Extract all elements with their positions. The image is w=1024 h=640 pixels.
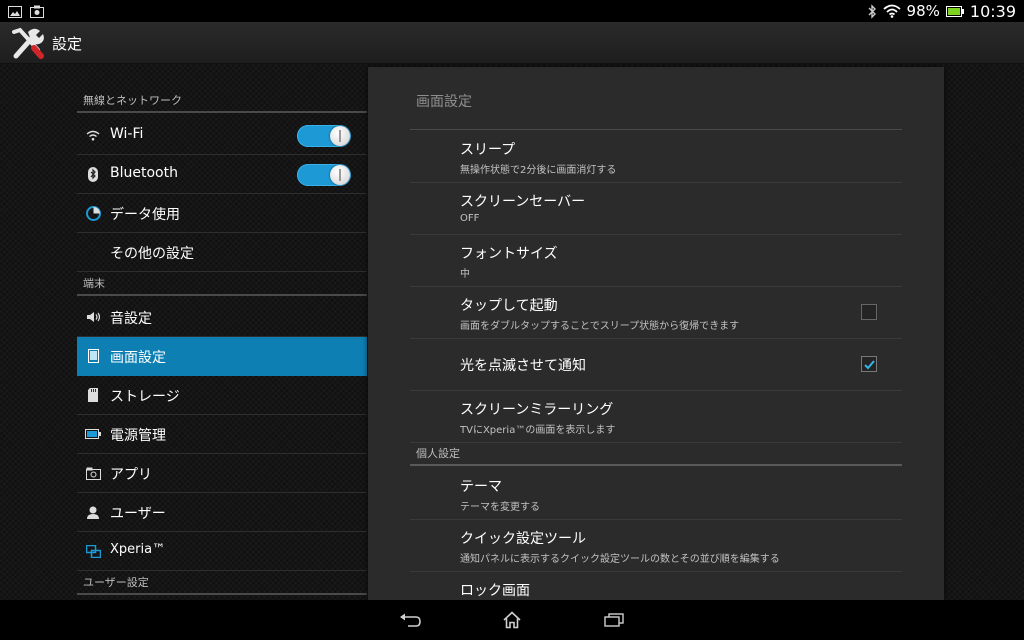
battery-icon (85, 426, 101, 442)
recent-apps-icon[interactable] (602, 610, 626, 630)
navigation-bar (0, 600, 1024, 640)
pref-title: テーマ (460, 479, 502, 495)
detail-title: 画面設定 (416, 94, 472, 110)
sidebar-section-wireless: 無線とネットワーク (77, 93, 367, 113)
pref-quick-settings[interactable]: クイック設定ツール 通知パネルに表示するクイック設定ツールの数とその並び順を編集… (410, 520, 902, 572)
sidebar-item-label: その他の設定 (110, 246, 194, 262)
battery-percent: 98% (906, 2, 940, 20)
pref-summary: 通知パネルに表示するクイック設定ツールの数とその並び順を編集する (460, 554, 780, 565)
wifi-toggle[interactable] (297, 125, 351, 147)
sidebar-item-label: ストレージ (110, 389, 180, 405)
bluetooth-icon (85, 166, 101, 182)
settings-main: 無線とネットワーク Wi-Fi Bluetooth データ使用 その他の設定 端… (0, 64, 1024, 600)
speaker-icon (85, 309, 101, 325)
settings-detail-pane: 画面設定 スリープ 無操作状態で2分後に画面消灯する スクリーンセーバー OFF… (368, 67, 944, 600)
sidebar-item-label: Xperia™ (110, 542, 166, 557)
sidebar-section-user-settings: ユーザー設定 (77, 575, 367, 595)
battery-icon (945, 5, 964, 17)
pref-title: クイック設定ツール (460, 531, 586, 547)
user-icon (85, 504, 101, 520)
sidebar-item-label: Bluetooth (110, 165, 178, 181)
display-icon (85, 348, 101, 364)
apps-icon (85, 465, 101, 481)
settings-tools-icon[interactable] (10, 26, 46, 60)
back-icon[interactable] (398, 610, 422, 630)
pref-summary: TVにXperia™の画面を表示します (460, 425, 616, 436)
home-icon[interactable] (500, 610, 524, 630)
sidebar-item-label: ユーザー (110, 506, 166, 522)
pref-theme[interactable]: テーマ テーマを変更する (410, 468, 902, 520)
pref-sleep[interactable]: スリープ 無操作状態で2分後に画面消灯する (410, 131, 902, 183)
sidebar-item-sound[interactable]: 音設定 (77, 298, 367, 337)
wifi-icon (85, 127, 101, 143)
toggle-knob (330, 165, 350, 185)
sidebar-item-label: アプリ (110, 467, 152, 483)
sidebar-item-xperia[interactable]: Xperia™ (77, 532, 367, 571)
clock: 10:39 (969, 1, 1016, 21)
bluetooth-icon (867, 3, 877, 19)
pref-screen-mirroring[interactable]: スクリーンミラーリング TVにXperia™の画面を表示します (410, 391, 902, 443)
divider (410, 129, 902, 130)
pref-title: ロック画面 (460, 583, 530, 599)
sidebar-item-label: データ使用 (110, 207, 180, 223)
notification-light-checkbox[interactable] (861, 356, 877, 372)
pref-summary: OFF (460, 213, 480, 224)
page-title: 設定 (52, 35, 83, 53)
pref-title: スリープ (460, 142, 516, 158)
action-bar: 設定 (0, 22, 1024, 64)
toggle-knob (330, 126, 350, 146)
screenshot-icon (30, 3, 44, 22)
sidebar-item-label: 音設定 (110, 311, 152, 327)
pref-font-size[interactable]: フォントサイズ 中 (410, 235, 902, 287)
checkmark-icon (864, 360, 875, 370)
sidebar-item-label: 電源管理 (110, 428, 166, 444)
sidebar-item-users[interactable]: ユーザー (77, 493, 367, 532)
data-usage-icon (85, 205, 101, 221)
sidebar-item-other-settings[interactable]: その他の設定 (77, 233, 367, 272)
pref-screensaver[interactable]: スクリーンセーバー OFF (410, 183, 902, 235)
status-bar: 98% 10:39 (0, 0, 1024, 22)
pref-summary: 無操作状態で2分後に画面消灯する (460, 165, 617, 176)
pref-title: スクリーンミラーリング (460, 402, 614, 418)
pref-notification-light[interactable]: 光を点滅させて通知 (410, 339, 902, 391)
section-personal: 個人設定 (410, 446, 902, 466)
pref-lock-screen[interactable]: ロック画面 (410, 572, 902, 600)
notification-icons (8, 3, 44, 22)
settings-sidebar: 無線とネットワーク Wi-Fi Bluetooth データ使用 その他の設定 端… (77, 64, 367, 600)
sidebar-item-wifi[interactable]: Wi-Fi (77, 116, 367, 155)
pref-title: フォントサイズ (460, 246, 558, 262)
sidebar-item-label: Wi-Fi (110, 126, 144, 142)
tap-to-wake-checkbox[interactable] (861, 304, 877, 320)
pref-summary: 中 (460, 269, 470, 280)
sidebar-item-power[interactable]: 電源管理 (77, 415, 367, 454)
sidebar-item-label: 画面設定 (110, 350, 166, 366)
pref-title: スクリーンセーバー (460, 194, 586, 210)
sidebar-item-bluetooth[interactable]: Bluetooth (77, 155, 367, 194)
pref-summary: テーマを変更する (460, 502, 540, 513)
pref-title: タップして起動 (460, 298, 558, 314)
sidebar-item-storage[interactable]: ストレージ (77, 376, 367, 415)
pref-title: 光を点滅させて通知 (460, 358, 586, 374)
sidebar-item-data-usage[interactable]: データ使用 (77, 194, 367, 233)
xperia-icon (85, 543, 101, 559)
sidebar-section-device: 端末 (77, 276, 367, 296)
wifi-icon (882, 4, 901, 18)
picture-icon (8, 3, 22, 22)
pref-summary: 画面をダブルタップすることでスリープ状態から復帰できます (460, 321, 740, 332)
storage-icon (85, 387, 101, 403)
sidebar-item-display[interactable]: 画面設定 (77, 337, 367, 376)
sidebar-item-apps[interactable]: アプリ (77, 454, 367, 493)
pref-tap-to-wake[interactable]: タップして起動 画面をダブルタップすることでスリープ状態から復帰できます (410, 287, 902, 339)
bluetooth-toggle[interactable] (297, 164, 351, 186)
